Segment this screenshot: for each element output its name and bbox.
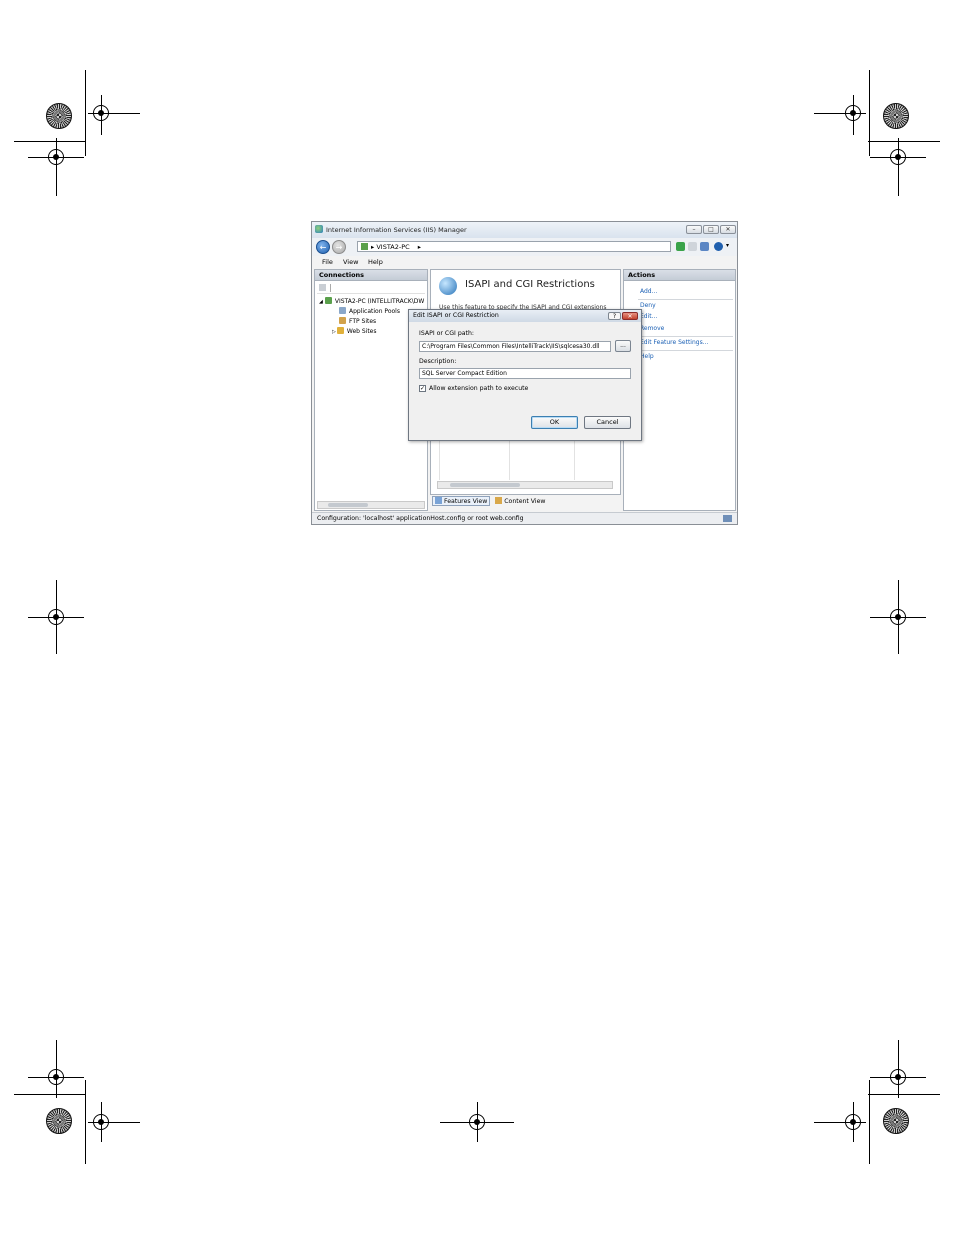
maximize-button[interactable]: □ [703, 225, 719, 234]
help-dropdown-chevron-icon[interactable]: ▾ [726, 242, 729, 249]
web-sites-icon [336, 327, 344, 334]
cancel-button[interactable]: Cancel [584, 416, 631, 429]
tree-expand-icon[interactable]: ▷ [332, 329, 336, 335]
home-icon[interactable] [700, 242, 709, 251]
window-title: Internet Information Services (IIS) Mana… [326, 226, 467, 234]
server-icon [324, 297, 332, 304]
allow-execute-label: Allow extension path to execute [429, 385, 529, 392]
features-view-label: Features View [444, 498, 488, 505]
address-bar[interactable]: ▸ VISTA2-PC ▸ [357, 241, 671, 252]
actions-separator [638, 336, 733, 337]
minimize-button[interactable]: – [686, 225, 702, 234]
address-separator: ▸ [417, 243, 422, 251]
menu-bar: File View Help [312, 256, 737, 268]
menu-help[interactable]: Help [368, 258, 383, 266]
registration-starburst-icon [46, 1108, 72, 1134]
dialog-help-button[interactable]: ? [608, 312, 621, 320]
features-view-tab[interactable]: Features View [432, 496, 491, 506]
connections-horizontal-scrollbar[interactable] [317, 501, 425, 509]
tree-node-label: Application Pools [349, 308, 400, 315]
description-label: Description: [419, 358, 457, 365]
server-icon [361, 243, 368, 250]
crosshair-target-icon [845, 1114, 861, 1130]
path-label: ISAPI or CGI path: [419, 330, 474, 337]
title-bar: Internet Information Services (IIS) Mana… [312, 222, 737, 238]
dialog-title-bar: Edit ISAPI or CGI Restriction ? ✕ [409, 310, 641, 322]
action-add[interactable]: Add... [640, 288, 657, 295]
path-input[interactable]: C:\Program Files\Common Files\IntelliTra… [419, 341, 611, 352]
content-view-label: Content View [504, 498, 546, 505]
content-view-tab[interactable]: Content View [495, 497, 546, 505]
tree-node-server[interactable]: ◢ VISTA2-PC (INTELLITRACK\DW [319, 297, 424, 305]
tree-node-ftp-sites[interactable]: FTP Sites [339, 317, 376, 325]
address-separator: ▸ [371, 243, 375, 251]
action-deny[interactable]: Deny [640, 302, 656, 309]
toolbar-separator [330, 284, 331, 292]
crosshair-target-icon [890, 609, 906, 625]
action-edit-feature-settings[interactable]: Edit Feature Settings... [640, 339, 708, 346]
stop-icon[interactable] [688, 242, 697, 251]
content-view-icon [495, 497, 503, 504]
network-status-icon [723, 515, 732, 522]
crosshair-target-icon [469, 1114, 485, 1130]
crosshair-target-icon [48, 149, 64, 165]
refresh-icon[interactable] [676, 242, 685, 251]
back-button[interactable]: ← [316, 240, 330, 254]
scrollbar-thumb[interactable] [450, 483, 520, 487]
tree-node-web-sites[interactable]: ▷ Web Sites [332, 327, 377, 335]
ok-button[interactable]: OK [531, 416, 578, 429]
crosshair-target-icon [48, 1069, 64, 1085]
tree-node-label: VISTA2-PC (INTELLITRACK\DW [334, 298, 425, 305]
features-view-icon [435, 497, 442, 504]
connect-icon[interactable] [319, 284, 326, 291]
tree-node-label: FTP Sites [349, 318, 377, 325]
status-bar: Configuration: 'localhost' applicationHo… [312, 512, 737, 524]
feature-title: ISAPI and CGI Restrictions [465, 279, 595, 290]
scrollbar-thumb[interactable] [328, 503, 368, 507]
crosshair-target-icon [890, 149, 906, 165]
feature-horizontal-scrollbar[interactable] [437, 481, 613, 489]
tree-node-label: Web Sites [346, 328, 377, 335]
tree-expand-icon[interactable]: ◢ [319, 299, 323, 305]
browse-button[interactable]: ... [615, 340, 631, 352]
isapi-cgi-restrictions-icon [439, 277, 457, 295]
view-switcher: Features View Content View [432, 496, 546, 506]
registration-starburst-icon [46, 103, 72, 129]
connections-header: Connections [315, 270, 427, 281]
description-input[interactable]: SQL Server Compact Edition [419, 368, 631, 379]
actions-header: Actions [624, 270, 735, 281]
status-text: Configuration: 'localhost' applicationHo… [317, 515, 524, 522]
crosshair-target-icon [890, 1069, 906, 1085]
action-remove[interactable]: Remove [640, 325, 664, 332]
actions-separator [638, 350, 733, 351]
navigation-bar: ← → ▸ VISTA2-PC ▸ ▾ [312, 238, 737, 256]
registration-starburst-icon [883, 103, 909, 129]
iis-manager-window: Internet Information Services (IIS) Mana… [311, 221, 738, 525]
crosshair-target-icon [845, 105, 861, 121]
address-path[interactable]: VISTA2-PC [376, 243, 409, 251]
menu-view[interactable]: View [343, 258, 358, 266]
application-pools-icon [339, 307, 346, 314]
dialog-title: Edit ISAPI or CGI Restriction [413, 312, 499, 319]
crosshair-target-icon [48, 609, 64, 625]
action-edit[interactable]: Edit... [640, 313, 657, 320]
edit-restriction-dialog: Edit ISAPI or CGI Restriction ? ✕ ISAPI … [408, 309, 642, 441]
actions-separator [638, 299, 733, 300]
action-help[interactable]: Help [640, 353, 654, 360]
menu-file[interactable]: File [322, 258, 333, 266]
ftp-sites-icon [339, 317, 346, 324]
forward-button[interactable]: → [332, 240, 346, 254]
close-button[interactable]: ✕ [720, 225, 736, 234]
tree-node-application-pools[interactable]: Application Pools [339, 307, 400, 315]
registration-starburst-icon [883, 1108, 909, 1134]
iis-app-icon [315, 225, 323, 233]
crosshair-target-icon [93, 1114, 109, 1130]
connections-toolbar [317, 283, 425, 294]
dialog-close-button[interactable]: ✕ [622, 312, 638, 320]
allow-execute-checkbox[interactable]: ✓ [419, 385, 426, 392]
help-icon[interactable] [714, 242, 723, 251]
crosshair-target-icon [93, 105, 109, 121]
